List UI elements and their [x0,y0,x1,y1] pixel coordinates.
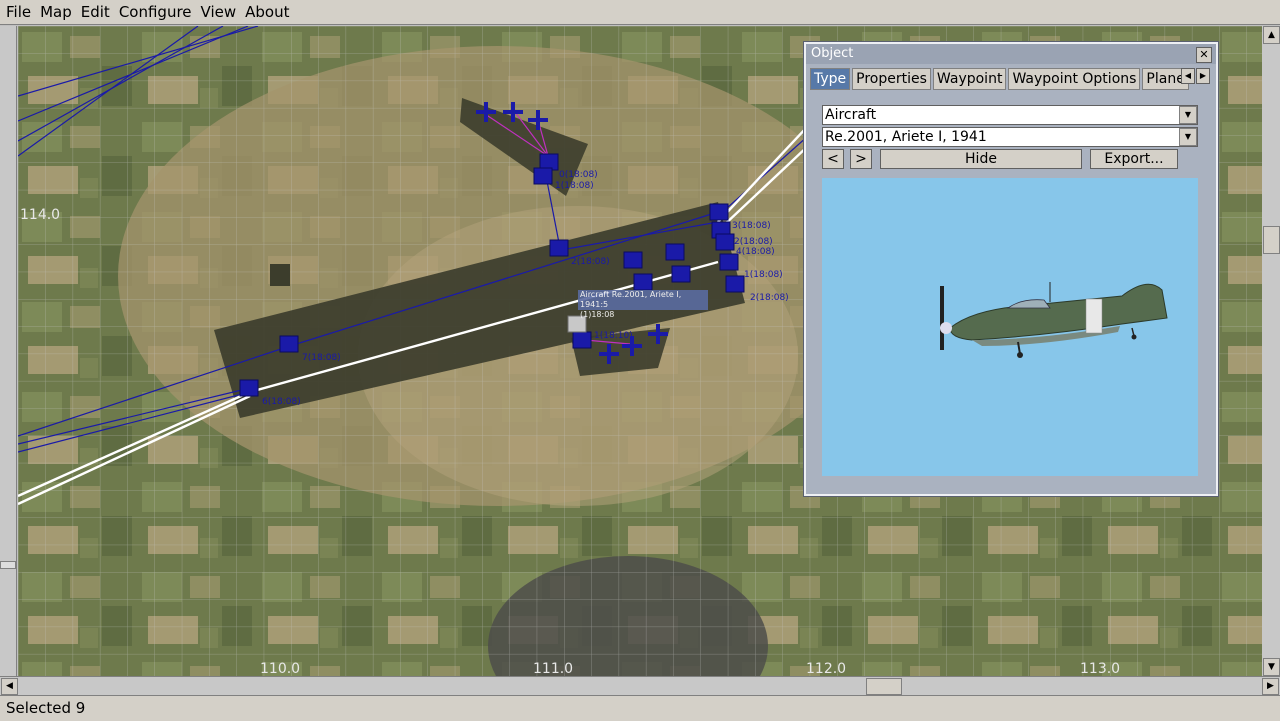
waypoint-label: 1(18:10) [594,331,633,341]
left-scroll-marker[interactable] [0,561,16,569]
grid-label-x-110: 110.0 [260,661,300,676]
tab-scroll: ◀ ▶ [1180,68,1210,84]
aircraft-image [940,282,1168,358]
close-icon[interactable]: ✕ [1196,47,1212,63]
menu-about[interactable]: About [242,3,292,21]
scroll-up-icon[interactable]: ▲ [1263,26,1280,44]
dialog-titlebar[interactable]: Object ✕ [806,44,1216,64]
waypoint-label: 1(18:08) [555,181,594,191]
menu-configure[interactable]: Configure [116,3,195,21]
waypoint-label: 4(18:08) [736,247,775,257]
horizontal-scroll-thumb[interactable] [866,678,902,695]
bottom-scrollbar[interactable]: ◀ ▶ [0,676,1280,695]
category-select[interactable]: Aircraft ▼ [822,105,1198,125]
export-button[interactable]: Export... [1090,149,1178,169]
hide-button[interactable]: Hide [880,149,1082,169]
waypoint-tooltip: Aircraft Re.2001, Ariete I, 1941:5 (1)18… [578,290,708,319]
status-bar: Selected 9 [0,695,1280,721]
waypoint-label: 3(18:08) [732,221,771,231]
previous-button[interactable]: < [822,149,844,169]
model-value: Re.2001, Ariete I, 1941 [825,129,987,145]
chevron-down-icon[interactable]: ▼ [1179,128,1197,146]
category-value: Aircraft [825,107,877,123]
model-select[interactable]: Re.2001, Ariete I, 1941 ▼ [822,127,1198,147]
waypoint-label: 2(18:08) [734,237,773,247]
menu-bar: File Map Edit Configure View About [0,0,1280,25]
building [270,264,290,286]
waypoint-label: 2(18:08) [750,293,789,303]
aircraft-preview [822,178,1198,476]
next-button[interactable]: > [850,149,872,169]
menu-edit[interactable]: Edit [78,3,113,21]
vertical-scroll-thumb[interactable] [1263,226,1280,254]
grid-label-x-113: 113.0 [1080,661,1120,676]
grid-label-x-111: 111.0 [533,661,573,676]
tab-type[interactable]: Type [810,68,851,90]
tab-scroll-left-icon[interactable]: ◀ [1181,68,1195,84]
waypoint-label: 2(18:08) [571,257,610,267]
dialog-title: Object [811,46,854,61]
status-text: Selected 9 [6,699,86,717]
object-dialog: Object ✕ Type Properties Waypoint Waypoi… [804,42,1218,496]
right-scrollbar[interactable]: ▲ ▼ [1262,26,1280,676]
grid-label-x-112: 112.0 [806,661,846,676]
tooltip-line-1: Aircraft Re.2001, Ariete I, 1941:5 [580,290,682,309]
dialog-tabs: Type Properties Waypoint Waypoint Option… [810,68,1210,90]
tab-waypoint[interactable]: Waypoint [932,68,1007,90]
waypoint-label: 6(18:08) [262,397,301,407]
tooltip-line-2: (1)18:08 [580,310,615,319]
tab-waypoint-options[interactable]: Waypoint Options [1008,68,1141,90]
grid-label-y-114: 114.0 [20,207,60,223]
scroll-down-icon[interactable]: ▼ [1263,658,1280,676]
waypoint-label: 7(18:08) [302,353,341,363]
menu-file[interactable]: File [3,3,34,21]
scroll-right-icon[interactable]: ▶ [1262,678,1279,695]
tab-scroll-right-icon[interactable]: ▶ [1196,68,1210,84]
chevron-down-icon[interactable]: ▼ [1179,106,1197,124]
left-scrollbar[interactable] [0,26,17,676]
waypoint-label: 0(18:08) [559,170,598,180]
tab-properties[interactable]: Properties [852,68,931,90]
menu-map[interactable]: Map [37,3,75,21]
waypoint-label: 1(18:08) [744,270,783,280]
scroll-left-icon[interactable]: ◀ [1,678,18,695]
menu-view[interactable]: View [198,3,240,21]
